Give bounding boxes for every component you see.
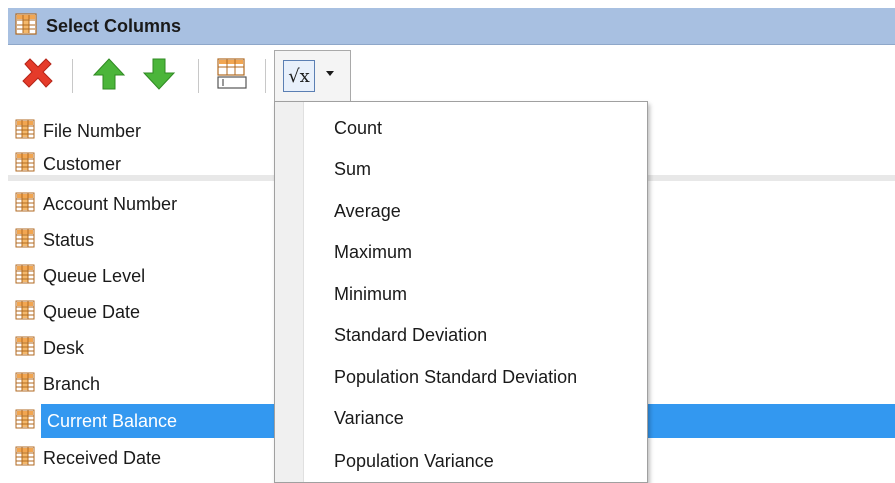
menu-item-population-standard-deviation[interactable]: Population Standard Deviation xyxy=(334,362,577,392)
aggregate-function-dropdown[interactable]: √x xyxy=(274,50,351,101)
menu-item-average[interactable]: Average xyxy=(334,196,401,226)
column-label: Desk xyxy=(43,337,85,358)
square-root-icon: √x xyxy=(283,60,315,92)
arrow-up-icon xyxy=(92,56,126,97)
menu-item-maximum[interactable]: Maximum xyxy=(334,237,412,267)
column-icon xyxy=(15,300,35,325)
delete-x-icon xyxy=(18,54,58,99)
column-icon xyxy=(15,372,35,397)
column-label: Current Balance xyxy=(47,410,178,431)
menu-item-count[interactable]: Count xyxy=(334,113,382,143)
arrow-down-icon xyxy=(142,56,176,97)
window-title: Select Columns xyxy=(46,15,182,36)
column-icon xyxy=(15,264,35,289)
column-icon xyxy=(15,446,35,471)
column-label: Account Number xyxy=(43,193,178,214)
column-icon xyxy=(15,228,35,253)
title-bar: Select Columns xyxy=(8,8,895,45)
toolbar-separator xyxy=(265,59,266,93)
menu-icon-gutter xyxy=(275,102,304,482)
aggregate-function-menu: Count Sum Average Maximum Minimum Standa… xyxy=(274,101,648,483)
column-select-icon xyxy=(214,56,250,97)
column-label: Queue Date xyxy=(43,301,141,322)
menu-item-variance[interactable]: Variance xyxy=(334,403,404,433)
column-icon xyxy=(15,119,35,144)
menu-item-population-variance[interactable]: Population Variance xyxy=(334,446,494,476)
column-icon xyxy=(15,192,35,217)
delete-button[interactable] xyxy=(16,55,60,97)
table-column-icon xyxy=(15,12,37,40)
column-icon xyxy=(15,152,35,177)
menu-item-standard-deviation[interactable]: Standard Deviation xyxy=(334,320,487,350)
column-icon xyxy=(15,409,35,434)
column-label: Branch xyxy=(43,373,101,394)
column-label: Received Date xyxy=(43,447,162,468)
move-down-button[interactable] xyxy=(138,55,180,97)
menu-item-minimum[interactable]: Minimum xyxy=(334,279,407,309)
column-label: Queue Level xyxy=(43,265,146,286)
column-label: Customer xyxy=(43,153,122,174)
column-icon xyxy=(15,336,35,361)
column-label: File Number xyxy=(43,120,142,141)
toolbar-separator xyxy=(72,59,73,93)
menu-item-sum[interactable]: Sum xyxy=(334,154,371,184)
toolbar-separator xyxy=(198,59,199,93)
toolbar: √x xyxy=(8,45,895,105)
column-label: Status xyxy=(43,229,95,250)
move-up-button[interactable] xyxy=(88,55,130,97)
select-columns-button[interactable] xyxy=(211,55,253,97)
dropdown-arrow-icon[interactable] xyxy=(326,71,334,76)
